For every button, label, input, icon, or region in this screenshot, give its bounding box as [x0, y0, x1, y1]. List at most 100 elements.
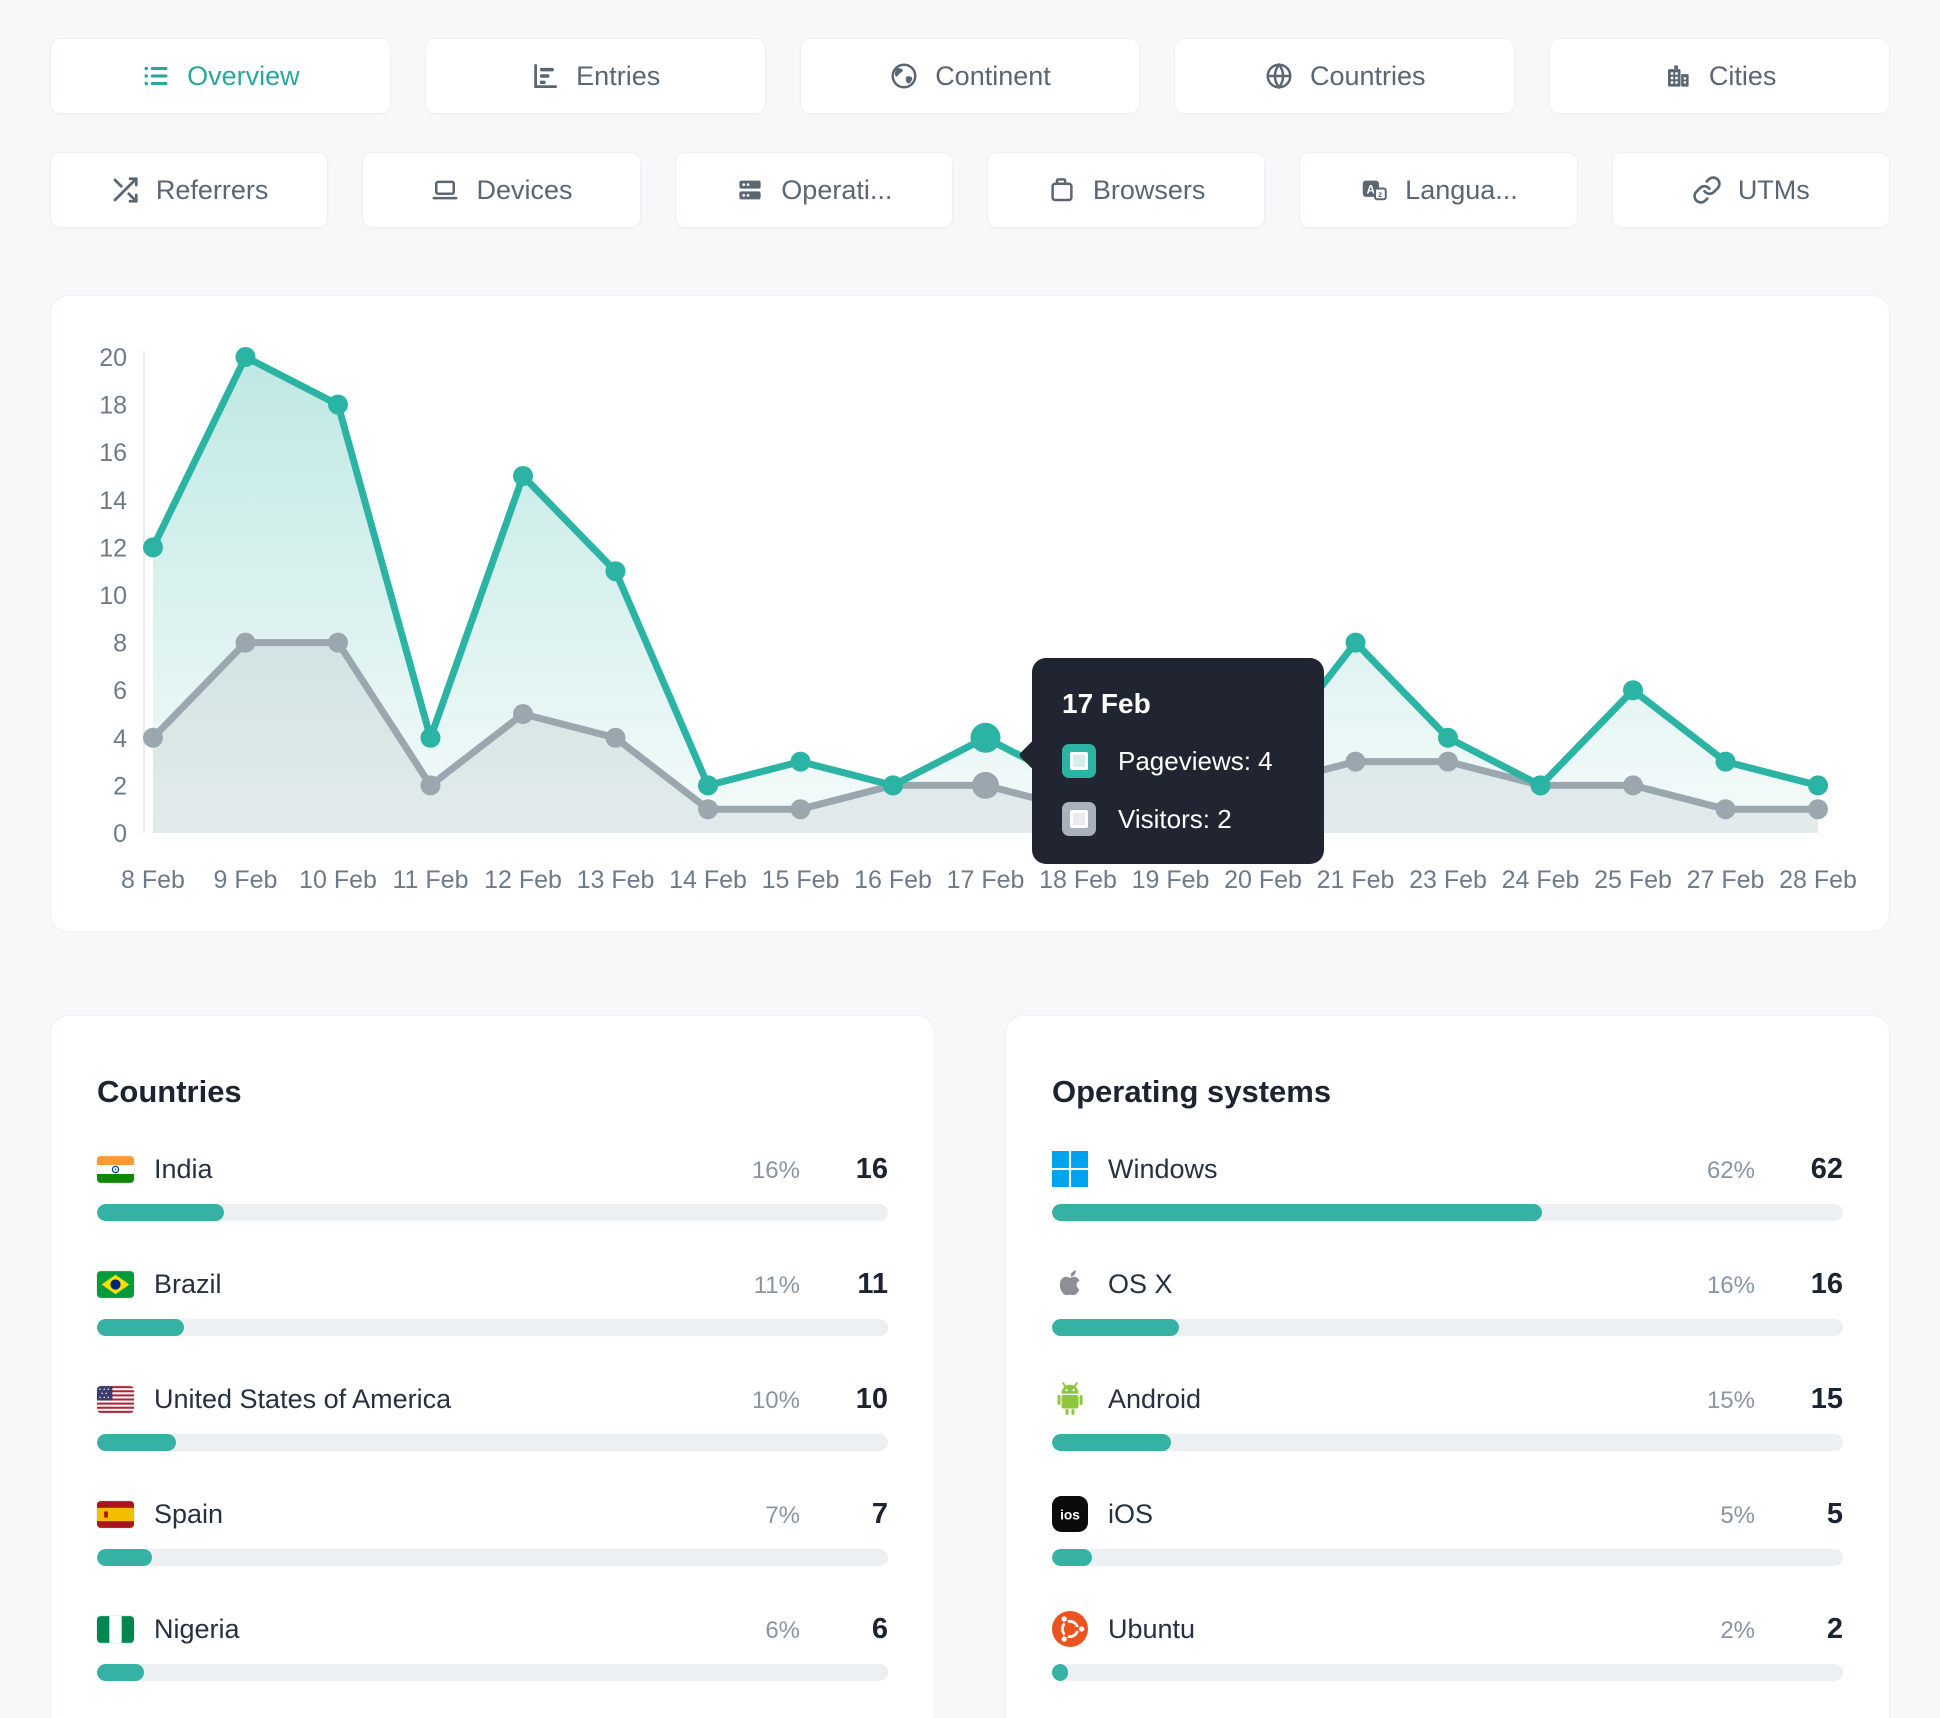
svg-text:14 Feb: 14 Feb: [669, 866, 747, 894]
country-count: 6: [871, 1612, 888, 1645]
svg-text:25 Feb: 25 Feb: [1594, 866, 1672, 894]
operating-systems-panel: Operating systems Windows 62% 62 OS X 16…: [1005, 1015, 1890, 1718]
tooltip-visitors-value: Visitors: 2: [1118, 803, 1232, 834]
country-name: Brazil: [154, 1268, 222, 1299]
pageviews-visitors-line-chart[interactable]: 0 2 4 6 8 10 12 14 16 18 20 8 Feb 9 Feb 10 Feb 11 Feb 1…: [51, 296, 1890, 932]
os-percent: 15%: [1706, 1386, 1755, 1414]
tab-continent[interactable]: Continent: [799, 38, 1141, 114]
svg-text:16: 16: [99, 439, 127, 467]
svg-text:20: 20: [99, 344, 127, 372]
svg-text:ios: ios: [1060, 1507, 1080, 1522]
usa-flag-icon: [97, 1385, 134, 1413]
panel-title: Countries: [97, 1074, 242, 1109]
tab-overview[interactable]: Overview: [50, 38, 391, 114]
os-count: 16: [1810, 1267, 1843, 1300]
svg-text:28 Feb: 28 Feb: [1779, 866, 1857, 894]
progress-bar: [97, 1319, 888, 1336]
tooltip-pageviews-value: Pageviews: 4: [1118, 745, 1273, 776]
svg-text:18 Feb: 18 Feb: [1039, 866, 1117, 894]
country-count: 11: [857, 1267, 888, 1300]
progress-bar: [1052, 1664, 1843, 1681]
os-count: 5: [1826, 1497, 1843, 1530]
list-item-brazil: Brazil 11% 11: [97, 1263, 888, 1336]
apple-logo-icon: [1052, 1266, 1088, 1302]
progress-bar: [97, 1204, 888, 1221]
svg-text:13 Feb: 13 Feb: [577, 866, 655, 894]
tab-referrers[interactable]: Referrers: [50, 152, 329, 228]
server-icon: [735, 175, 765, 205]
list-item-usa: United States of America 10% 10: [97, 1378, 888, 1451]
laptop-icon: [430, 175, 460, 205]
country-percent: 6%: [765, 1616, 800, 1644]
tab-label: Overview: [187, 60, 300, 91]
panel-title: Operating systems: [1052, 1074, 1332, 1109]
os-count: 15: [1810, 1382, 1843, 1415]
svg-text:z: z: [1378, 190, 1382, 199]
tab-cities[interactable]: Cities: [1549, 38, 1890, 114]
list-item-india: India 16% 16: [97, 1148, 888, 1221]
list-item-ubuntu: Ubuntu 2% 2: [1052, 1608, 1843, 1681]
svg-text:8 Feb: 8 Feb: [121, 866, 185, 894]
city-icon: [1663, 61, 1693, 91]
tab-entries[interactable]: Entries: [424, 38, 766, 114]
svg-text:2: 2: [113, 772, 127, 800]
tab-browsers[interactable]: Browsers: [986, 152, 1266, 228]
country-count: 10: [855, 1382, 888, 1415]
os-count: 2: [1826, 1612, 1843, 1645]
ios-logo-icon: ios: [1052, 1496, 1088, 1532]
tooltip-row-pageviews: Pageviews: 4: [1062, 744, 1290, 778]
country-count: 16: [855, 1152, 888, 1185]
progress-bar: [97, 1434, 888, 1451]
svg-text:0: 0: [113, 820, 127, 848]
svg-text:6: 6: [113, 677, 127, 705]
globe-icon: [1264, 61, 1294, 91]
svg-text:15 Feb: 15 Feb: [762, 866, 840, 894]
ubuntu-logo-icon: [1052, 1611, 1088, 1647]
tab-label: Browsers: [1092, 174, 1206, 205]
india-flag-icon: [97, 1155, 134, 1183]
os-name: Ubuntu: [1108, 1613, 1196, 1644]
tab-operating-systems[interactable]: Operati...: [674, 152, 953, 228]
svg-text:9 Feb: 9 Feb: [214, 866, 278, 894]
tabrow-primary: Overview Entries Continent Countries Cit…: [50, 38, 1890, 114]
country-percent: 11%: [753, 1271, 800, 1299]
tab-countries[interactable]: Countries: [1174, 38, 1516, 114]
svg-text:17 Feb: 17 Feb: [947, 866, 1025, 894]
svg-text:21 Feb: 21 Feb: [1317, 866, 1395, 894]
country-name: India: [154, 1153, 213, 1184]
svg-text:20 Feb: 20 Feb: [1224, 866, 1302, 894]
os-name: iOS: [1108, 1498, 1154, 1529]
country-percent: 7%: [765, 1501, 800, 1529]
tab-label: Referrers: [155, 174, 269, 205]
svg-text:16 Feb: 16 Feb: [854, 866, 932, 894]
svg-text:10 Feb: 10 Feb: [299, 866, 377, 894]
country-name: Nigeria: [154, 1613, 240, 1644]
country-percent: 16%: [751, 1156, 800, 1184]
svg-text:24 Feb: 24 Feb: [1502, 866, 1580, 894]
tab-label: Continent: [935, 60, 1051, 91]
list-item-spain: Spain 7% 7: [97, 1493, 888, 1566]
spain-flag-icon: [97, 1500, 134, 1528]
continent-icon: [889, 61, 919, 91]
tab-languages[interactable]: A z Langua...: [1299, 152, 1578, 228]
os-count: 62: [1810, 1152, 1843, 1185]
svg-text:14: 14: [99, 487, 127, 515]
link-icon: [1692, 175, 1722, 205]
tab-devices[interactable]: Devices: [362, 152, 641, 228]
tooltip-row-visitors: Visitors: 2: [1062, 802, 1290, 836]
list-item-ios: ios iOS 5% 5: [1052, 1493, 1843, 1566]
tab-utms[interactable]: UTMs: [1611, 152, 1890, 228]
progress-bar: [97, 1549, 888, 1566]
svg-text:4: 4: [113, 725, 127, 753]
svg-text:18: 18: [99, 392, 127, 420]
progress-bar: [97, 1664, 888, 1681]
svg-text:27 Feb: 27 Feb: [1687, 866, 1765, 894]
svg-text:12: 12: [99, 534, 127, 562]
tooltip-date: 17 Feb: [1062, 688, 1151, 719]
tab-label: Langua...: [1405, 174, 1518, 205]
traffic-chart-card: 0 2 4 6 8 10 12 14 16 18 20 8 Feb 9 Feb 10 Feb 11 Feb 1…: [50, 295, 1890, 932]
svg-text:12 Feb: 12 Feb: [484, 866, 562, 894]
progress-bar: [1052, 1204, 1843, 1221]
os-percent: 62%: [1706, 1156, 1755, 1184]
android-logo-icon: [1052, 1381, 1088, 1417]
